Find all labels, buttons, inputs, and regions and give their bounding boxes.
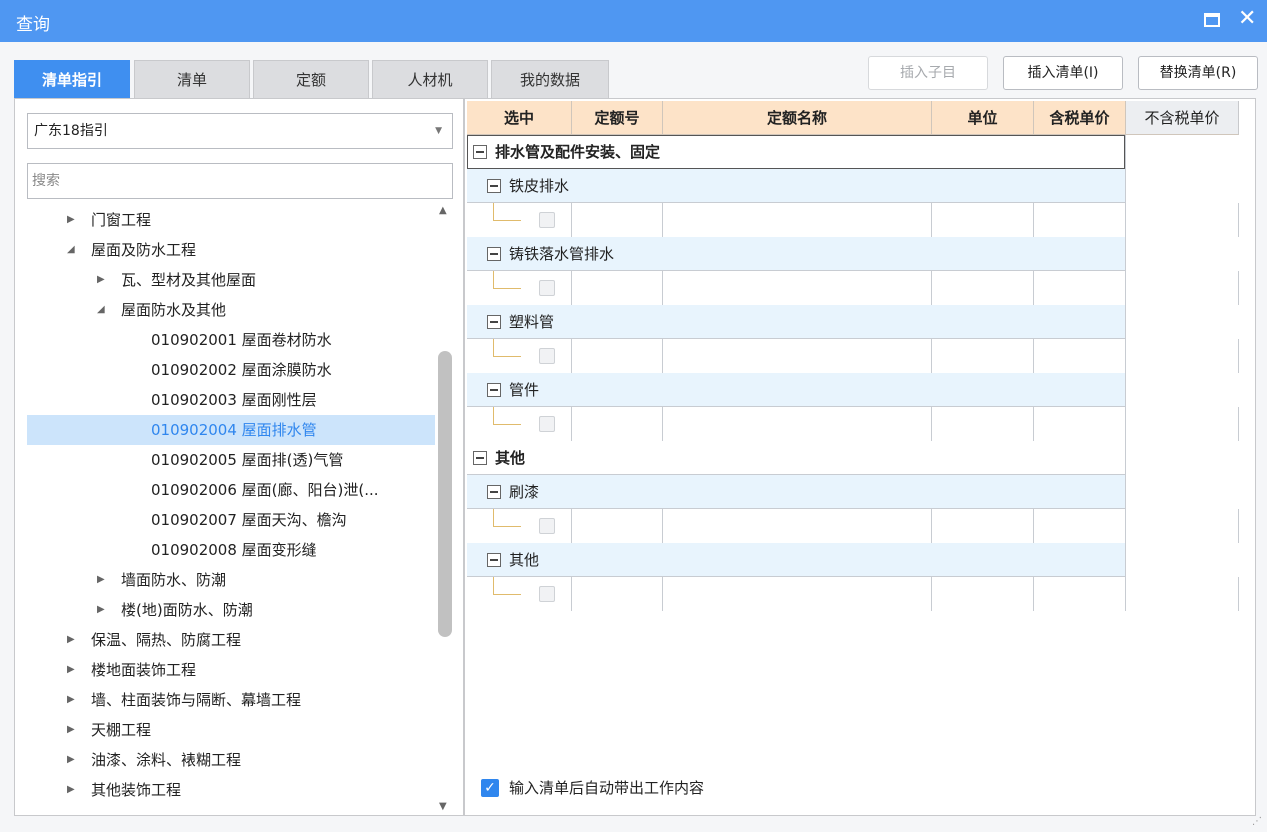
collapse-icon[interactable] [473,451,487,465]
expand-arrow-icon[interactable]: ▶ [97,265,105,295]
tree-node[interactable]: ▶ 楼(地)面防水、防潮 [27,595,435,625]
tab-labor-material-machine[interactable]: 人材机 [372,60,488,98]
expand-arrow-icon[interactable]: ▶ [67,205,75,235]
expand-arrow-icon[interactable]: ▶ [67,655,75,685]
tree-leaf[interactable]: 010902003 屋面刚性层 [27,385,435,415]
column-header-quota-name[interactable]: 定额名称 [663,101,932,135]
tree-leaf[interactable]: 010902006 屋面(廊、阳台)泄(... [27,475,435,505]
tree-node[interactable]: ◢ 屋面及防水工程 [27,235,435,265]
tree-node[interactable]: ▶ 楼地面装饰工程 [27,655,435,685]
right-panel: 选中 定额号 定额名称 单位 含税单价 不含税单价 排水管及配件安装、固定 铁皮… [464,98,1256,816]
tree-leaf-selected[interactable]: 010902004 屋面排水管 [27,415,435,445]
auto-fill-checkbox[interactable]: ✓ [481,779,499,797]
tab-list[interactable]: 清单 [134,60,250,98]
collapse-icon[interactable] [487,553,501,567]
collapse-icon[interactable] [487,383,501,397]
expand-arrow-icon[interactable]: ▶ [97,595,105,625]
search-input[interactable] [27,163,453,199]
auto-fill-label: 输入清单后自动带出工作内容 [509,779,705,797]
tree-leaf[interactable]: 010902002 屋面涂膜防水 [27,355,435,385]
scroll-up-icon[interactable]: ▲ [439,205,447,216]
column-header-tax-price[interactable]: 含税单价 [1034,101,1126,135]
scrollbar-thumb[interactable] [438,351,452,637]
title-bar: 查询 ✕ [0,0,1267,42]
collapse-arrow-icon[interactable]: ◢ [97,295,105,325]
expand-arrow-icon[interactable]: ▶ [67,775,75,805]
window-title: 查询 [16,15,50,35]
tree-leaf[interactable]: 010902001 屋面卷材防水 [27,325,435,355]
tree-leaf[interactable]: 010902008 屋面变形缝 [27,535,435,565]
tab-quota[interactable]: 定额 [253,60,369,98]
column-header-quota-no[interactable]: 定额号 [572,101,663,135]
insert-list-button[interactable]: 插入清单(I) [1003,56,1123,90]
grid-subgroup-row[interactable]: 铸铁落水管排水 [467,237,1239,271]
row-checkbox[interactable] [539,416,555,432]
left-panel: 广东18指引 ▼ ▶ 门窗工程 ◢ 屋面及防水工程 ▶ 瓦、型材及其他屋面 ◢ … [14,98,464,816]
tab-list-guide[interactable]: 清单指引 [14,60,130,98]
column-header-no-tax-price[interactable]: 不含税单价 [1126,101,1239,135]
collapse-icon[interactable] [487,179,501,193]
grid-group-row[interactable]: 其他 [467,441,1239,475]
grid-subgroup-row[interactable]: 其他 [467,543,1239,577]
grid-group-row[interactable]: 排水管及配件安装、固定 [467,135,1239,169]
chevron-down-icon: ▼ [435,126,442,136]
row-checkbox[interactable] [539,518,555,534]
grid-item-row[interactable] [467,271,1239,305]
tree-node[interactable]: ▶ 保温、隔热、防腐工程 [27,625,435,655]
row-checkbox[interactable] [539,212,555,228]
collapse-icon[interactable] [473,145,487,159]
close-icon[interactable]: ✕ [1238,6,1256,32]
expand-arrow-icon[interactable]: ▶ [67,745,75,775]
tree-node[interactable]: ▶ 墙面防水、防潮 [27,565,435,595]
grid-item-row[interactable] [467,407,1239,441]
expand-arrow-icon[interactable]: ▶ [67,625,75,655]
maximize-icon[interactable] [1204,13,1220,27]
tree-scrollbar[interactable]: ▲ ▼ [436,205,453,815]
grid-subgroup-row[interactable]: 塑料管 [467,305,1239,339]
grid-subgroup-row[interactable]: 铁皮排水 [467,169,1239,203]
row-checkbox[interactable] [539,586,555,602]
insert-child-button[interactable]: 插入子目 [868,56,988,90]
tab-my-data[interactable]: 我的数据 [491,60,609,98]
grid-subgroup-row[interactable]: 管件 [467,373,1239,407]
grid-item-row[interactable] [467,509,1239,543]
guide-selector[interactable]: 广东18指引 ▼ [27,113,453,149]
scroll-down-icon[interactable]: ▼ [439,801,447,812]
grid-subgroup-row[interactable]: 刷漆 [467,475,1239,509]
collapse-icon[interactable] [487,247,501,261]
collapse-arrow-icon[interactable]: ◢ [67,235,75,265]
grid-item-row[interactable] [467,203,1239,237]
guide-tree: ▶ 门窗工程 ◢ 屋面及防水工程 ▶ 瓦、型材及其他屋面 ◢ 屋面防水及其他 0… [27,205,435,815]
expand-arrow-icon[interactable]: ▶ [67,685,75,715]
collapse-icon[interactable] [487,315,501,329]
column-header-select[interactable]: 选中 [467,101,572,135]
tree-node[interactable]: ◢ 屋面防水及其他 [27,295,435,325]
tree-node[interactable]: ▶ 门窗工程 [27,205,435,235]
column-header-unit[interactable]: 单位 [932,101,1034,135]
tree-node[interactable]: ▶ 天棚工程 [27,715,435,745]
guide-selector-value: 广东18指引 [34,123,108,139]
tree-node[interactable]: ▶ 瓦、型材及其他屋面 [27,265,435,295]
tree-leaf[interactable]: 010902005 屋面排(透)气管 [27,445,435,475]
replace-list-button[interactable]: 替换清单(R) [1138,56,1258,90]
tree-node[interactable]: ▶ 墙、柱面装饰与隔断、幕墙工程 [27,685,435,715]
grid-item-row[interactable] [467,339,1239,373]
tree-node[interactable]: ▶ 油漆、涂料、裱糊工程 [27,745,435,775]
resize-grip-icon[interactable]: ⋰ [1252,816,1262,827]
collapse-icon[interactable] [487,485,501,499]
grid-item-row[interactable] [467,577,1239,611]
tree-leaf[interactable]: 010902007 屋面天沟、檐沟 [27,505,435,535]
row-checkbox[interactable] [539,280,555,296]
tree-node[interactable]: ▶ 其他装饰工程 [27,775,435,805]
row-checkbox[interactable] [539,348,555,364]
expand-arrow-icon[interactable]: ▶ [97,565,105,595]
expand-arrow-icon[interactable]: ▶ [67,715,75,745]
